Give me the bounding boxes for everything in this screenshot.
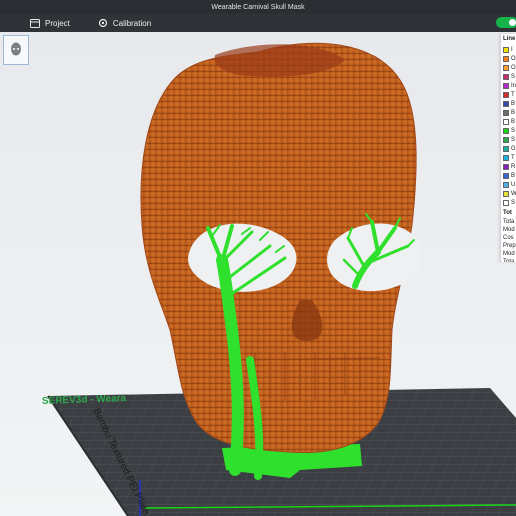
legend-label: S	[511, 136, 516, 143]
title-bar: Wearable Carnival Skull Mask	[0, 0, 516, 14]
legend-item[interactable]: T	[501, 153, 516, 162]
legend-label: I	[511, 46, 513, 53]
legend-swatch	[503, 118, 509, 125]
legend-item[interactable]: B	[501, 171, 516, 180]
legend-swatch	[503, 73, 509, 80]
legend-stat: Tota	[503, 259, 515, 262]
legend-label: B	[511, 109, 516, 116]
legend-label: W	[511, 191, 516, 197]
legend-swatch	[503, 145, 509, 152]
legend-stat: Mod	[503, 227, 515, 233]
legend-item[interactable]: S	[501, 198, 516, 207]
legend-item[interactable]: O	[501, 63, 516, 72]
legend-header: Line	[503, 36, 516, 42]
tab-label: Calibration	[112, 18, 152, 28]
legend-label: S	[511, 199, 516, 206]
legend-swatch	[503, 109, 509, 116]
legend-item[interactable]: I	[501, 45, 516, 54]
legend-item[interactable]: G	[501, 144, 516, 153]
legend-label: In	[511, 82, 516, 89]
skull-thumbnail-icon	[11, 42, 21, 56]
legend-swatch	[503, 100, 509, 107]
legend-swatch	[503, 181, 509, 188]
legend-item[interactable]: S	[501, 126, 516, 135]
line-type-legend: Line IOOSInTBBBSSGTRBUWS Tot TotaModCosP…	[500, 34, 516, 262]
legend-swatch	[503, 64, 509, 71]
legend-label: B	[511, 100, 516, 107]
legend-item[interactable]: S	[501, 135, 516, 144]
legend-swatch	[503, 91, 509, 98]
legend-label: B	[511, 172, 516, 179]
mode-toggle[interactable]	[496, 17, 516, 28]
legend-label: O	[511, 64, 516, 71]
legend-label: S	[511, 127, 516, 134]
legend-stat: Tota	[503, 219, 515, 225]
legend-item[interactable]: B	[501, 99, 516, 108]
legend-item[interactable]: O	[501, 54, 516, 63]
legend-swatch	[503, 55, 509, 62]
legend-label: T	[511, 91, 515, 98]
legend-label: G	[511, 145, 516, 152]
scene-render: SEREV3d - Weara Bambu Textured PEI Plate	[42, 42, 516, 516]
window-title: Wearable Carnival Skull Mask	[211, 3, 305, 11]
legend-item[interactable]: In	[501, 81, 516, 90]
legend-item[interactable]: B	[501, 108, 516, 117]
object-thumbnail[interactable]	[3, 35, 29, 65]
legend-rows: IOOSInTBBBSSGTRBUWS	[501, 45, 516, 207]
tab-bar: Project Calibration	[0, 14, 516, 32]
legend-label: R	[511, 163, 516, 170]
legend-swatch	[503, 46, 509, 53]
legend-item[interactable]: U	[501, 180, 516, 189]
legend-swatch	[503, 163, 509, 170]
legend-item[interactable]: B	[501, 117, 516, 126]
legend-label: B	[511, 118, 516, 125]
totals-header: Tot	[503, 210, 512, 216]
tab-label: Project	[45, 18, 70, 28]
legend-swatch	[503, 190, 509, 197]
tab-project[interactable]: Project	[20, 14, 80, 32]
legend-stat: Prep	[503, 243, 516, 249]
legend-swatch	[503, 172, 509, 179]
legend-swatch	[503, 154, 509, 161]
legend-label: O	[511, 55, 516, 62]
legend-swatch	[503, 82, 509, 89]
gear-icon	[98, 18, 108, 28]
legend-item[interactable]: S	[501, 72, 516, 81]
legend-item[interactable]: W	[501, 189, 516, 198]
tab-calibration[interactable]: Calibration	[88, 14, 161, 32]
toggle-knob	[509, 19, 516, 26]
legend-stat: Mod	[503, 251, 515, 257]
folder-icon	[30, 18, 40, 28]
legend-swatch	[503, 199, 509, 206]
legend-label: U	[511, 181, 516, 188]
legend-label: T	[511, 154, 515, 161]
legend-label: S	[511, 73, 516, 80]
legend-stat: Cos	[503, 235, 514, 241]
legend-swatch	[503, 127, 509, 134]
legend-stats: Tota Mod Cos Prep Mod Tota	[501, 219, 516, 262]
legend-item[interactable]: R	[501, 162, 516, 171]
legend-item[interactable]: T	[501, 90, 516, 99]
legend-swatch	[503, 136, 509, 143]
